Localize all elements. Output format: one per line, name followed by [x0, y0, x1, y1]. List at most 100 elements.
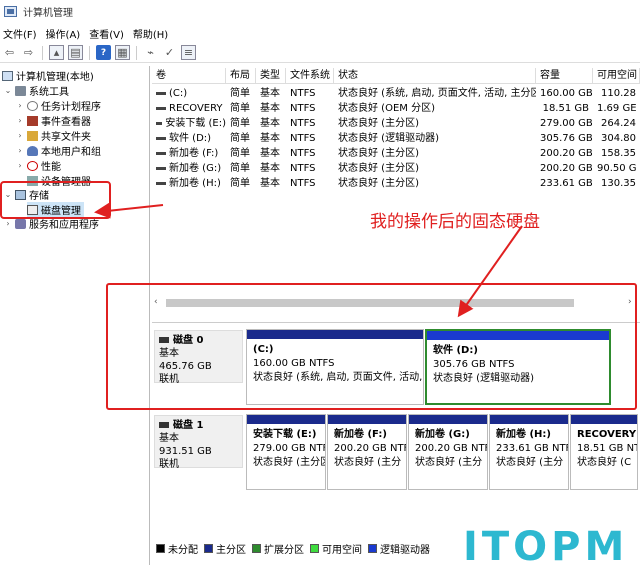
- primary-partition-bar: [247, 415, 325, 424]
- table-row[interactable]: 新加卷 (H:) 简单 基本 NTFS 状态良好 (主分区) 233.61 GB 130.3…: [152, 176, 640, 191]
- cell-type: 基本: [260, 178, 280, 189]
- disk1-label[interactable]: 磁盘 1 基本 931.51 GB 联机: [154, 415, 243, 470]
- cell-name: RECOVERY: [152, 101, 226, 116]
- column-header-filesystem[interactable]: 文件系统: [286, 68, 334, 84]
- tree-item-event-viewer[interactable]: › 事件查看器: [16, 113, 91, 128]
- collapse-arrow-icon[interactable]: ⌄: [4, 86, 12, 95]
- cell-name: 新加卷 (F:): [152, 146, 226, 161]
- expand-arrow-icon[interactable]: ›: [16, 146, 24, 155]
- cell-capacity: 279.00 GB: [540, 118, 593, 129]
- check-icon[interactable]: ✓: [162, 45, 177, 60]
- primary-partition-bar: [328, 415, 406, 424]
- menu-action[interactable]: 操作(A): [43, 26, 87, 41]
- legend-unallocated: 未分配: [156, 541, 198, 556]
- volume-icon: [156, 122, 163, 125]
- tree-item-system-tools[interactable]: ⌄ 系统工具: [4, 83, 69, 98]
- disk1-partition-recovery[interactable]: RECOVERY 18.51 GB NT 状态良好 (C: [570, 414, 638, 490]
- menu-view[interactable]: 查看(V): [86, 26, 130, 41]
- legend-label: 扩展分区: [264, 545, 304, 556]
- expand-arrow-icon[interactable]: ›: [16, 161, 24, 170]
- column-header-free-space[interactable]: 可用空间: [593, 68, 640, 84]
- column-header-layout[interactable]: 布局: [226, 68, 256, 84]
- tree-item-task-scheduler[interactable]: › 任务计划程序: [16, 98, 101, 113]
- volume-icon: [156, 152, 166, 155]
- partition-status: 状态良好 (主分: [334, 457, 402, 468]
- table-row[interactable]: RECOVERY 简单 基本 NTFS 状态良好 (OEM 分区) 18.51 GB 1.6…: [152, 101, 640, 116]
- legend-swatch: [368, 544, 377, 553]
- legend-label: 主分区: [216, 545, 246, 556]
- partition-label: 安装下载 (E:): [253, 429, 317, 440]
- cell-fs: NTFS: [290, 148, 316, 159]
- column-header-type[interactable]: 类型: [256, 68, 286, 84]
- show-hide-tree-icon[interactable]: ▤: [68, 45, 83, 60]
- expand-arrow-icon[interactable]: ›: [16, 101, 24, 110]
- disk1-partition-e[interactable]: 安装下载 (E:) 279.00 GB NTFS 状态良好 (主分区: [246, 414, 326, 490]
- table-row[interactable]: 安装下载 (E:) 简单 基本 NTFS 状态良好 (主分区) 279.00 GB 264.…: [152, 116, 640, 131]
- legend-label: 可用空间: [322, 545, 362, 556]
- toolbar: ⇦ ⇨ ▴ ▤ ? ▦ ⌁ ✓ ≡: [0, 43, 640, 63]
- annotation-highlight-disk-management: [0, 181, 111, 219]
- cell-capacity: 305.76 GB: [540, 133, 593, 144]
- cell-capacity: 200.20 GB: [540, 163, 593, 174]
- cell-fs: NTFS: [290, 163, 316, 174]
- cell-free: 90.50 G: [597, 163, 637, 174]
- legend-swatch: [252, 544, 261, 553]
- partition-label: 新加卷 (G:): [415, 429, 470, 440]
- back-arrow-icon[interactable]: ⇦: [2, 45, 17, 60]
- tree-label: 事件查看器: [41, 117, 91, 128]
- volume-name: (C:): [169, 88, 188, 99]
- expand-arrow-icon[interactable]: ›: [16, 116, 24, 125]
- performance-icon: [27, 160, 38, 171]
- volume-name: 软件 (D:): [169, 133, 212, 144]
- legend-swatch: [204, 544, 213, 553]
- table-row[interactable]: (C:) 简单 基本 NTFS 状态良好 (系统, 启动, 页面文件, 活动, 主分区)…: [152, 86, 640, 101]
- computer-management-icon: [4, 5, 17, 17]
- expand-arrow-icon[interactable]: ›: [16, 131, 24, 140]
- menu-file[interactable]: 文件(F): [0, 26, 43, 41]
- expand-arrow-icon[interactable]: ›: [4, 219, 12, 228]
- disk1-size: 931.51 GB: [159, 446, 212, 457]
- column-header-capacity[interactable]: 容量: [536, 68, 593, 84]
- tree-item-root[interactable]: 计算机管理(本地): [2, 68, 94, 83]
- partition-status: 状态良好 (主分: [496, 457, 564, 468]
- primary-partition-bar: [571, 415, 637, 424]
- partition-size: 200.20 GB NTF: [415, 443, 488, 454]
- disk1-partition-g[interactable]: 新加卷 (G:) 200.20 GB NTF 状态良好 (主分: [408, 414, 488, 490]
- primary-partition-bar: [409, 415, 487, 424]
- disk1-name: 磁盘 1: [173, 420, 204, 431]
- forward-arrow-icon[interactable]: ⇨: [21, 45, 36, 60]
- properties-icon[interactable]: ▦: [115, 45, 130, 60]
- tree-item-shared-folders[interactable]: › 共享文件夹: [16, 128, 91, 143]
- legend-primary: 主分区: [204, 541, 246, 556]
- cell-capacity: 160.00 GB: [540, 88, 593, 99]
- menu-help[interactable]: 帮助(H): [130, 26, 174, 41]
- list-icon[interactable]: ≡: [181, 45, 196, 60]
- volume-icon: [156, 107, 166, 110]
- table-row[interactable]: 新加卷 (F:) 简单 基本 NTFS 状态良好 (主分区) 200.20 GB 158.3…: [152, 146, 640, 161]
- tree-item-local-users[interactable]: › 本地用户和组: [16, 143, 101, 158]
- clock-icon: [27, 100, 38, 111]
- toolbar-divider: [136, 45, 137, 60]
- disk1-partition-f[interactable]: 新加卷 (F:) 200.20 GB NTF 状态良好 (主分: [327, 414, 407, 490]
- cell-type: 基本: [260, 103, 280, 114]
- connect-icon[interactable]: ⌁: [143, 45, 158, 60]
- tree-label: 本地用户和组: [41, 147, 101, 158]
- table-row[interactable]: 新加卷 (G:) 简单 基本 NTFS 状态良好 (主分区) 200.20 GB 90.50…: [152, 161, 640, 176]
- cell-status: 状态良好 (逻辑驱动器): [338, 133, 439, 144]
- cell-type: 基本: [260, 118, 280, 129]
- cell-status: 状态良好 (主分区): [338, 118, 419, 129]
- column-header-volume[interactable]: 卷: [152, 68, 226, 84]
- cell-free: 110.28: [601, 88, 636, 99]
- partition-size: 200.20 GB NTF: [334, 443, 407, 454]
- partition-size: 279.00 GB NTFS: [253, 443, 325, 454]
- volume-icon: [156, 167, 166, 170]
- watermark-logo: ITOPM: [463, 524, 629, 565]
- up-folder-icon[interactable]: ▴: [49, 45, 64, 60]
- table-row[interactable]: 软件 (D:) 简单 基本 NTFS 状态良好 (逻辑驱动器) 305.76 GB 304.…: [152, 131, 640, 146]
- help-icon[interactable]: ?: [96, 45, 111, 60]
- partition-label: 新加卷 (H:): [496, 429, 551, 440]
- column-header-status[interactable]: 状态: [334, 68, 536, 84]
- tree-label: 性能: [41, 162, 61, 173]
- tree-item-performance[interactable]: › 性能: [16, 158, 61, 173]
- disk1-partition-h[interactable]: 新加卷 (H:) 233.61 GB NTF 状态良好 (主分: [489, 414, 569, 490]
